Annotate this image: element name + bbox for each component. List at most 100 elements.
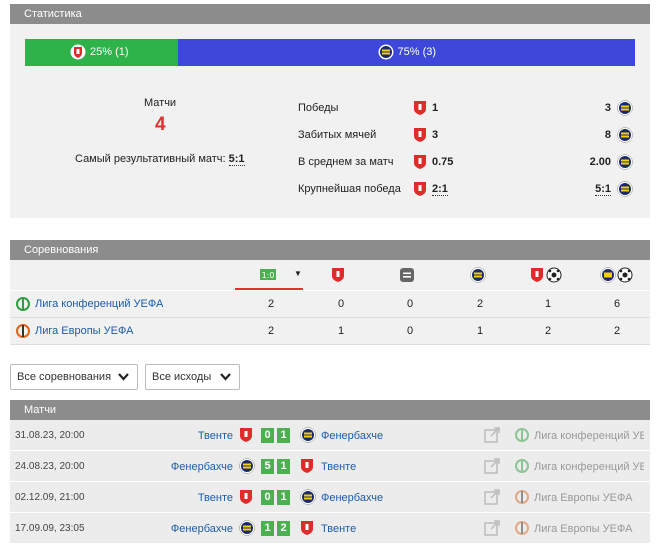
competitions-header-title: Соревнования — [24, 244, 99, 256]
col-fenerbahce-goals-icon[interactable] — [600, 267, 634, 286]
competition-name-link[interactable]: Лига Европы УЕФА — [35, 325, 133, 337]
col-draws-icon[interactable] — [400, 268, 414, 285]
match-away-score[interactable]: 1 — [277, 490, 290, 505]
twente-icon — [239, 427, 253, 446]
competition-twente-goals: 2 — [545, 325, 552, 337]
top-scoring-value[interactable]: 5:1 — [228, 153, 245, 166]
stat-row: Крупнейшая победа 2:1 5:1 — [298, 180, 633, 200]
stats-header-title: Статистика — [24, 8, 82, 20]
col-fenerbahce-wins-icon[interactable] — [470, 267, 486, 286]
fenerbahce-icon — [617, 181, 633, 200]
stat-row-twente-value: 3 — [432, 129, 439, 141]
win-share-fenerbahce-label: 75% (3) — [397, 46, 437, 58]
match-home-team-link[interactable]: Твенте — [198, 430, 233, 442]
europa-league-icon — [515, 521, 529, 538]
competition-fenerbahce-wins: 1 — [477, 325, 484, 337]
competitions-header: Соревнования — [10, 240, 650, 260]
match-home-score[interactable]: 0 — [261, 428, 274, 443]
fenerbahce-icon — [617, 154, 633, 173]
match-home-score[interactable]: 5 — [261, 459, 274, 474]
outcome-filter-value: Все исходы — [152, 371, 212, 383]
conference-league-icon — [515, 428, 529, 445]
match-date: 17.09.09, 23:05 — [15, 523, 85, 534]
win-share-bar-twente: 25% (1) — [25, 39, 178, 66]
external-link-icon[interactable] — [484, 427, 500, 446]
twente-icon — [413, 127, 427, 146]
top-scoring-match: Самый результативный матч: 5:1 — [75, 153, 245, 166]
europa-league-icon — [515, 490, 529, 507]
matches-count-icon: 1:0 — [260, 269, 276, 283]
competition-filter-value: Все соревнования — [17, 371, 112, 383]
match-away-team-link[interactable]: Твенте — [321, 523, 356, 535]
match-row[interactable]: 24.08.23, 20:00 Фенербахче 5 1 Твенте Лига ко… — [10, 451, 650, 482]
stat-row-label: Победы — [298, 102, 339, 114]
competition-total: 2 — [268, 298, 275, 310]
match-away-score[interactable]: 1 — [277, 459, 290, 474]
competition-twente-goals: 1 — [545, 298, 552, 310]
twente-icon — [300, 458, 314, 477]
match-home-team-link[interactable]: Фенербахче — [171, 523, 233, 535]
match-away-team-link[interactable]: Фенербахче — [321, 492, 383, 504]
twente-icon — [413, 181, 427, 200]
match-away-team-link[interactable]: Твенте — [321, 461, 356, 473]
match-date: 31.08.23, 20:00 — [15, 430, 85, 441]
match-away-team-link[interactable]: Фенербахче — [321, 430, 383, 442]
competition-name-link[interactable]: Лига конференций УЕФА — [35, 298, 163, 310]
match-home-score[interactable]: 0 — [261, 490, 274, 505]
matches-count: 4 — [155, 114, 166, 135]
stat-row-label: Крупнейшая победа — [298, 183, 401, 195]
twente-icon — [413, 154, 427, 173]
stat-row-twente-value[interactable]: 2:1 — [432, 183, 448, 196]
col-twente-wins-icon[interactable] — [331, 267, 345, 286]
external-link-icon[interactable] — [484, 489, 500, 508]
competition-fenerbahce-goals: 2 — [614, 325, 621, 337]
external-link-icon[interactable] — [484, 458, 500, 477]
competition-fenerbahce-goals: 6 — [614, 298, 621, 310]
match-competition-name: Лига Европы УЕФА — [534, 492, 633, 504]
conference-league-icon — [16, 297, 30, 314]
match-away-score[interactable]: 2 — [277, 521, 290, 536]
twente-icon — [239, 489, 253, 508]
twente-icon — [300, 520, 314, 539]
match-date: 24.08.23, 20:00 — [15, 461, 85, 472]
competition-total: 2 — [268, 325, 275, 337]
competition-row: Лига Европы УЕФА 2 1 0 1 2 2 — [10, 318, 650, 345]
match-competition-name: Лига Европы УЕФА — [534, 523, 633, 535]
stat-row-fenerbahce-value: 3 — [604, 102, 611, 114]
win-share-bar: 25% (1) 75% (3) — [25, 39, 635, 66]
competition-draws: 0 — [407, 325, 414, 337]
col-twente-goals-icon[interactable] — [530, 267, 562, 286]
stat-row-twente-value: 0.75 — [432, 156, 454, 168]
europa-league-icon — [16, 324, 30, 341]
stat-row-twente-value: 1 — [432, 102, 439, 114]
match-home-team-link[interactable]: Фенербахче — [171, 461, 233, 473]
stat-row-label: Забитых мячей — [298, 129, 377, 141]
twente-icon — [413, 100, 427, 119]
stat-row: В среднем за матч 0.75 2.00 — [298, 153, 633, 173]
match-date: 02.12.09, 21:00 — [15, 492, 85, 503]
match-row[interactable]: 31.08.23, 20:00 Твенте 0 1 Фенербахче Лига ко… — [10, 420, 650, 451]
chevron-down-icon — [220, 365, 231, 390]
top-scoring-label: Самый результативный матч: — [75, 153, 226, 165]
chevron-down-icon — [118, 365, 129, 390]
fenerbahce-icon — [617, 100, 633, 119]
stat-row-fenerbahce-value[interactable]: 5:1 — [595, 183, 611, 196]
fenerbahce-icon — [378, 44, 394, 60]
match-away-score[interactable]: 1 — [277, 428, 290, 443]
col-total-matches[interactable]: 1:0 ▼ — [235, 260, 303, 290]
competition-fenerbahce-wins: 2 — [477, 298, 484, 310]
competition-draws: 0 — [407, 298, 414, 310]
external-link-icon[interactable] — [484, 520, 500, 539]
fenerbahce-icon — [239, 458, 255, 477]
competition-twente-wins: 1 — [338, 325, 345, 337]
match-row[interactable]: 17.09.09, 23:05 Фенербахче 1 2 Твенте Лига Ев… — [10, 513, 650, 544]
outcome-filter-select[interactable]: Все исходы — [145, 364, 240, 390]
match-home-score[interactable]: 1 — [261, 521, 274, 536]
match-home-team-link[interactable]: Твенте — [198, 492, 233, 504]
match-row[interactable]: 02.12.09, 21:00 Твенте 0 1 Фенербахче Лига Ев… — [10, 482, 650, 513]
matches-header: Матчи — [10, 400, 650, 420]
competition-filter-select[interactable]: Все соревнования — [10, 364, 138, 390]
win-share-bar-fenerbahce: 75% (3) — [177, 39, 635, 66]
fenerbahce-icon — [617, 127, 633, 146]
stats-panel: 25% (1) 75% (3) Матчи 4 Самый результати… — [10, 24, 650, 218]
